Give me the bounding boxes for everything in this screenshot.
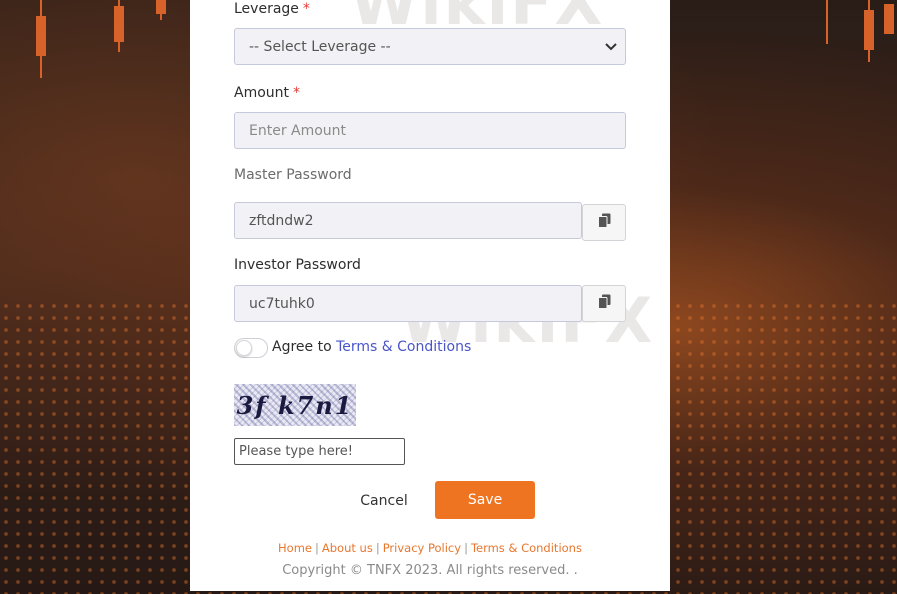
save-button[interactable]: Save xyxy=(435,481,535,519)
amount-label-text: Amount xyxy=(234,85,290,101)
leverage-label-text: Leverage xyxy=(234,1,299,17)
amount-label: Amount * xyxy=(234,85,300,101)
footer-link-privacy[interactable]: Privacy Policy xyxy=(383,541,461,555)
agree-terms-text: Agree to Terms & Conditions xyxy=(272,339,471,355)
captcha-placeholder: Please type here! xyxy=(239,444,353,459)
leverage-select-value: -- Select Leverage -- xyxy=(249,38,391,55)
agree-terms-toggle[interactable] xyxy=(234,338,268,358)
investor-password-value: uc7tuhk0 xyxy=(249,295,315,312)
copy-icon xyxy=(597,294,611,313)
investor-password-field[interactable]: uc7tuhk0 xyxy=(234,285,582,322)
required-marker: * xyxy=(293,85,301,101)
footer-link-terms[interactable]: Terms & Conditions xyxy=(471,541,582,555)
footer-link-home[interactable]: Home xyxy=(278,541,312,555)
leverage-select[interactable]: -- Select Leverage -- xyxy=(234,28,626,65)
footer-links: Home | About us | Privacy Policy | Terms & Con… xyxy=(278,541,582,555)
required-marker: * xyxy=(302,1,310,17)
copy-icon xyxy=(597,213,611,232)
copy-investor-password-button[interactable] xyxy=(582,285,626,322)
leverage-label: Leverage * xyxy=(234,1,310,17)
investor-password-label: Investor Password xyxy=(234,257,361,273)
amount-placeholder: Enter Amount xyxy=(249,122,347,139)
master-password-label: Master Password xyxy=(234,167,352,183)
open-account-form: WikiFX WikiFX Leverage* -- Select Levera… xyxy=(190,0,670,591)
chevron-down-icon xyxy=(605,40,617,54)
cancel-button[interactable]: Cancel xyxy=(348,482,420,519)
terms-conditions-link[interactable]: Terms & Conditions xyxy=(336,339,471,355)
footer-link-about[interactable]: About us xyxy=(322,541,373,555)
copyright-text: Copyright © TNFX 2023. All rights reserv… xyxy=(282,563,578,578)
master-password-field[interactable]: zftdndw2 xyxy=(234,202,582,239)
captcha-input[interactable]: Please type here! xyxy=(234,438,405,465)
captcha-image: 3f k7n1 xyxy=(234,384,356,426)
amount-input[interactable]: Enter Amount xyxy=(234,112,626,149)
toggle-knob xyxy=(236,340,252,356)
master-password-value: zftdndw2 xyxy=(249,212,314,229)
copy-master-password-button[interactable] xyxy=(582,204,626,241)
agree-prefix: Agree to xyxy=(272,339,332,355)
